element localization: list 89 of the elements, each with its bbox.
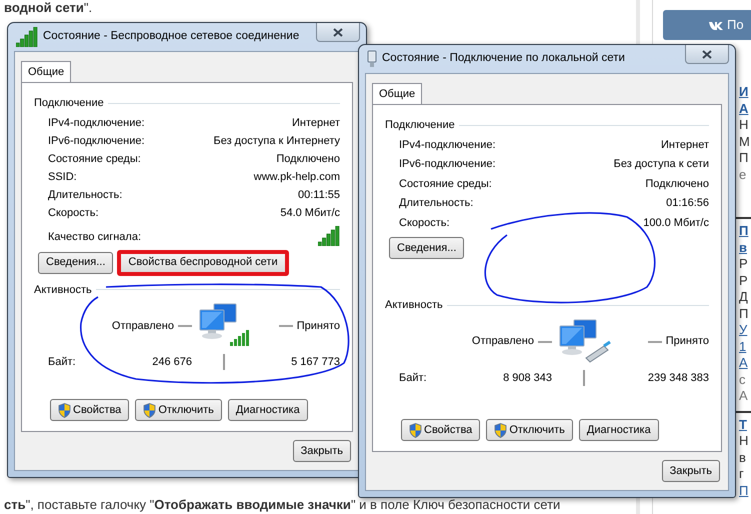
close-button[interactable] — [685, 45, 729, 64]
dialog-button[interactable]: Отключить — [135, 399, 222, 421]
field-value: Подключено — [276, 152, 340, 166]
sidebar-text: 1 — [739, 338, 748, 355]
bytes-sent: 246 676 — [151, 355, 192, 370]
sidebar-text: в — [739, 450, 747, 466]
close-button[interactable] — [316, 23, 360, 42]
sidebar-text: Р — [739, 272, 749, 289]
field-label: IPv4-подключение: — [399, 138, 496, 152]
sidebar-text: А — [739, 355, 749, 372]
field-value: 01:16:56 — [666, 196, 709, 211]
field-label: Качество сигнала: — [48, 230, 142, 245]
field-label: Состояние среды: — [399, 176, 492, 192]
dialog-button[interactable]: Свойства — [401, 419, 480, 441]
bytes-received: 5 167 773 — [290, 355, 340, 370]
field-label: IPv4-подключение: — [48, 116, 145, 130]
section-label: Активность — [34, 282, 92, 298]
sidebar-text: в — [739, 240, 748, 256]
dialog-button[interactable]: Отключить — [486, 419, 573, 441]
dialog-button[interactable]: Свойства — [50, 399, 130, 421]
close-icon — [333, 28, 343, 36]
vk-logo-icon — [709, 20, 723, 30]
field-value: 54.0 Мбит/с — [280, 206, 340, 220]
sidebar-text: Н — [739, 117, 750, 134]
sidebar-text: Д — [739, 289, 749, 306]
sidebar-text: А — [739, 388, 749, 404]
dialog-button[interactable]: Закрыть — [292, 440, 351, 462]
field-label: Скорость: — [48, 206, 99, 220]
field-value: Интернет — [292, 116, 340, 130]
sidebar-text: М — [739, 134, 751, 150]
field-label: Скорость: — [399, 216, 450, 230]
dialog-button[interactable]: Закрыть — [662, 460, 720, 482]
article-text: водной сети". — [3, 0, 94, 16]
window-title: Состояние - Беспроводное сетевое соединение — [43, 29, 300, 44]
window-title: Состояние - Подключение по локальной сети — [382, 51, 625, 66]
sidebar-text: Н — [739, 433, 750, 450]
field-value: Без доступа к Интернету — [213, 134, 340, 148]
article-text: сть", поставьте галочку "Отображать вводимые значки" и в поле Ключ безопасности сети — [3, 497, 562, 514]
field-label: Состояние среды: — [48, 152, 141, 166]
field-value: www.pk-help.com — [254, 170, 340, 184]
field-label: IPv6-подключение: — [399, 157, 496, 172]
section-label: Подключение — [34, 96, 104, 111]
signal-bars-icon — [16, 27, 38, 47]
received-label: Принято — [666, 334, 709, 350]
tab[interactable]: Общие — [372, 83, 422, 105]
section-label: Активность — [385, 298, 443, 313]
field-label: Длительность: — [399, 196, 474, 211]
bytes-received: 239 348 383 — [646, 370, 709, 386]
field-value: 100.0 Мбит/с — [643, 216, 709, 230]
sidebar-text: У — [739, 322, 748, 338]
sidebar-text: с — [739, 372, 746, 388]
cable-plug-icon — [367, 50, 377, 68]
dialog-button[interactable]: Диагностика — [578, 419, 659, 441]
dialog-button[interactable]: Сведения... — [38, 252, 114, 274]
vk-share-button[interactable]: По — [663, 10, 751, 40]
bytes-sent: 8 908 343 — [502, 370, 552, 386]
sidebar-text: г — [739, 466, 745, 482]
sidebar-text: И — [739, 84, 750, 100]
close-icon — [702, 50, 712, 58]
shield-icon — [409, 422, 422, 438]
sidebar-text: Р — [739, 256, 749, 272]
highlighted-button[interactable]: Свойства беспроводной сети — [117, 250, 289, 276]
sent-label: Отправлено — [472, 334, 534, 350]
field-value: Интернет — [661, 138, 709, 152]
bytes-label: Байт: — [48, 355, 77, 370]
sidebar-text: П — [739, 223, 750, 240]
shield-icon — [58, 402, 71, 418]
dialog-button[interactable]: Диагностика — [228, 399, 308, 421]
field-label: IPv6-подключение: — [48, 134, 145, 148]
field-value: Без доступа к сети — [614, 157, 709, 172]
received-label: Принято — [296, 318, 340, 334]
field-label: SSID: — [48, 170, 77, 184]
shield-icon — [143, 402, 156, 418]
sent-label: Отправлено — [112, 318, 174, 334]
sidebar-text: П — [739, 482, 750, 499]
shield-icon — [494, 422, 508, 438]
field-label: Длительность: — [48, 188, 122, 202]
field-value: 00:11:55 — [298, 188, 340, 202]
sidebar-text: е — [739, 166, 748, 183]
tab[interactable]: Общие — [21, 61, 72, 83]
sidebar-text: П — [739, 306, 750, 322]
sidebar-text: Т — [739, 416, 748, 433]
signal-strength-icon — [318, 226, 340, 246]
sidebar-text: П — [739, 150, 750, 166]
field-value: Подключено — [645, 176, 709, 192]
bytes-label: Байт: — [399, 370, 428, 386]
sidebar-text: А — [739, 100, 750, 117]
dialog-button[interactable]: Сведения... — [389, 237, 464, 259]
section-label: Подключение — [385, 118, 455, 133]
